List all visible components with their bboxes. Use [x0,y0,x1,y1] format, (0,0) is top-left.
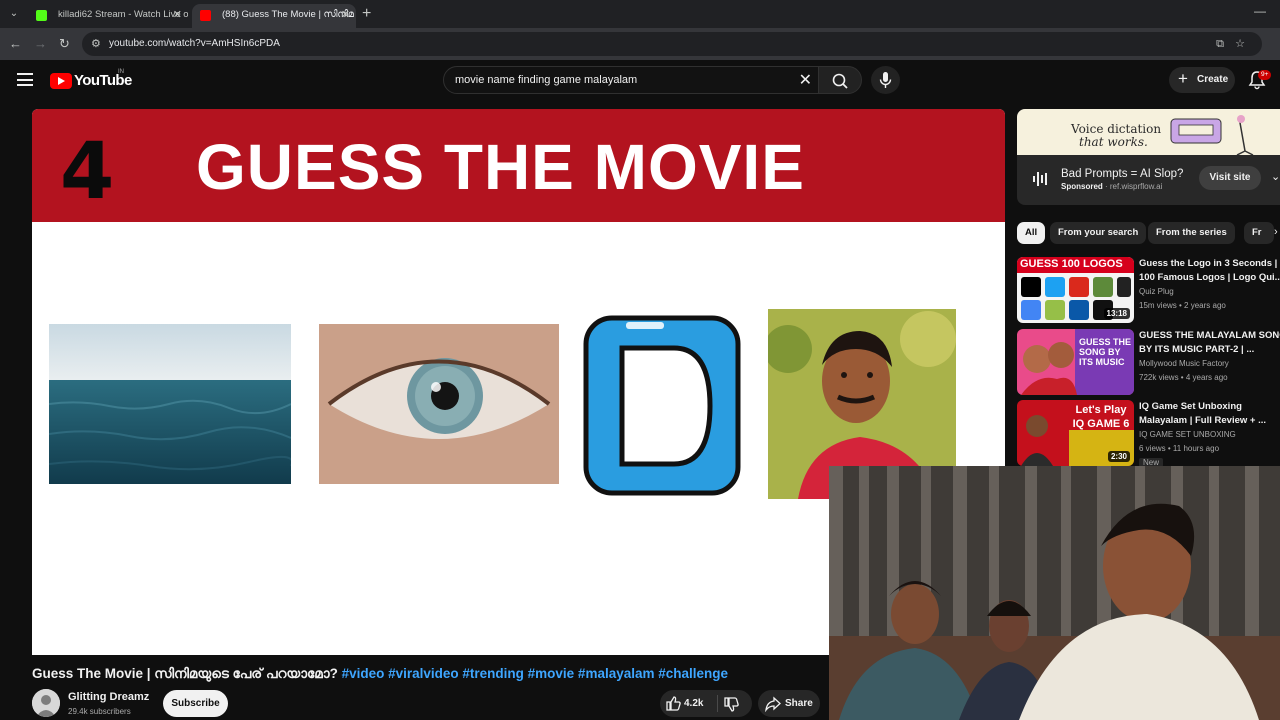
chip-from-your-search[interactable]: From your search [1050,222,1147,244]
channel-name[interactable]: IQ GAME SET UNBOXING [1139,430,1236,439]
browser-tab-strip: ⌄ killadi62 Stream - Watch Live o ✕ (88)… [0,0,1280,28]
channel-name[interactable]: Quiz Plug [1139,287,1174,296]
forward-arrow-icon[interactable]: → [34,36,47,52]
share-arrow-icon [765,696,781,712]
subscribe-button[interactable]: Subscribe [163,690,228,717]
chip-more[interactable]: Fr [1244,222,1274,244]
search-icon [832,73,848,89]
share-label: Share [785,698,813,709]
video-meta: 722k views • 4 years ago [1139,373,1228,382]
chip-from-the-series[interactable]: From the series [1148,222,1235,244]
recommended-video[interactable]: GUESS THE SONG BY ITS MUSIC GUESS THE MA… [1017,329,1280,395]
video-meta: 6 views • 11 hours ago [1139,444,1220,453]
clue-image-eye [319,324,559,484]
thumbnail-text: GUESS THE SONG BY ITS MUSIC [1079,337,1132,367]
like-divider [717,695,718,712]
install-app-icon[interactable]: ⧉ [1216,32,1224,56]
voice-search-button[interactable] [871,66,900,94]
site-info-icon[interactable]: ⚙ [91,32,101,56]
video-title: Guess the Logo in 3 Seconds | 100 Famous … [1139,258,1280,283]
video-meta: 15m views • 2 years ago [1139,301,1226,310]
search-button[interactable] [818,66,862,94]
recommendation-filter-chips: All From your search From the series Fr … [1017,222,1280,246]
browser-tab-kick[interactable]: killadi62 Stream - Watch Live o ✕ [28,4,188,28]
like-count[interactable]: 4.2k [684,698,703,709]
recommended-video[interactable]: Let's Play IQ GAME 6 2:30 IQ Game Set Un… [1017,400,1280,467]
like-dislike-group [660,690,752,717]
video-duration: 2:30 [1107,451,1130,462]
video-thumbnail[interactable]: GUESS THE SONG BY ITS MUSIC [1017,329,1134,395]
chevron-down-icon[interactable]: ⌄ [1271,170,1280,183]
tab-search-icon[interactable]: ⌄ [6,6,22,22]
browser-tab-youtube[interactable]: (88) Guess The Movie | സിനിമ ✕ [192,4,356,28]
subscriber-count: 29.4k subscribers [68,707,131,716]
close-tab-icon[interactable]: ✕ [341,4,350,26]
video-hashtags[interactable]: #video #viralvideo #trending #movie #mal… [342,666,728,681]
tab-title: (88) Guess The Movie | സിനിമ [222,9,354,20]
like-thumb-icon [666,696,681,711]
share-button[interactable]: Share [758,690,820,717]
typewriter-illustration-icon [1170,115,1254,155]
video-title: IQ Game Set Unboxing Malayalam | Full Rev… [1139,401,1267,426]
close-tab-icon[interactable]: ✕ [173,4,182,26]
recommended-video[interactable]: GUESS 100 LOGOS 13:18 Guess the Logo in … [1017,257,1280,323]
channel-name[interactable]: Mollywood Music Factory [1139,359,1229,368]
clue-letter-text: D [582,314,583,315]
chevron-right-icon[interactable]: › [1274,226,1278,238]
url-text: youtube.com/watch?v=AmHSIn6cPDA [109,38,280,49]
channel-name[interactable]: Glitting Dreamz [68,691,149,703]
ad-title: Bad Prompts = AI Slop? [1061,168,1184,180]
video-title: GUESS THE MALAYALAM SONG BY ITS MUSIC PAR… [1139,330,1280,355]
thumbnail-text: GUESS 100 LOGOS [1020,258,1123,270]
create-button[interactable]: + Create [1169,67,1235,93]
banner-title: GUESS THE MOVIE [196,131,805,203]
create-label: Create [1197,74,1229,85]
soundwave-icon [1033,172,1047,186]
address-bar[interactable]: ⚙ youtube.com/watch?v=AmHSIn6cPDA ⧉ ☆ [82,32,1262,56]
youtube-play-icon [50,73,72,89]
reload-icon[interactable]: ↻ [59,36,70,52]
reaction-video-overlay[interactable] [829,466,1280,720]
bookmark-star-icon[interactable]: ☆ [1235,32,1245,56]
clue-letter-d: D [582,314,742,497]
clue-image-sea [48,324,294,484]
sponsored-ad-card[interactable]: Voice dictation that works. Bad Prompts … [1017,109,1280,205]
video-thumbnail[interactable]: Let's Play IQ GAME 6 2:30 [1017,400,1134,466]
plus-icon: + [1178,69,1188,88]
search-input[interactable]: movie name finding game malayalam ✕ [443,66,819,94]
ad-banner: Voice dictation that works. [1017,109,1280,155]
clear-search-icon[interactable]: ✕ [799,70,812,90]
video-duration: 13:18 [1103,308,1130,319]
video-banner: 4 GUESS THE MOVIE [32,109,1005,222]
notification-count-badge: 9+ [1258,70,1272,80]
back-arrow-icon[interactable]: ← [9,36,22,52]
youtube-masthead: YouTube IN movie name finding game malay… [0,60,1280,102]
ad-meta: Sponsored · ref.wisprflow.ai [1061,182,1163,191]
avatar[interactable] [32,689,60,717]
ad-slogan: Voice dictation that works. [1071,122,1162,149]
kick-favicon-icon [36,10,47,21]
visit-site-button[interactable]: Visit site [1199,166,1261,190]
microphone-icon [879,72,892,88]
video-title: Guess The Movie | സിനിമയുടെ പേര് പറയാമോ?… [32,666,729,681]
clue-number: 4 [60,127,115,217]
thumbnail-text: Let's Play IQ GAME 6 [1072,404,1130,430]
address-toolbar: ← → ↻ ⚙ youtube.com/watch?v=AmHSIn6cPDA … [0,28,1280,60]
hamburger-menu-icon[interactable] [17,73,33,86]
chip-all[interactable]: All [1017,222,1046,244]
search-query: movie name finding game malayalam [455,74,638,86]
minimize-window-icon[interactable]: — [1254,4,1266,18]
dislike-thumb-icon [724,697,739,712]
tab-title: killadi62 Stream - Watch Live o [58,9,188,20]
video-thumbnail[interactable]: GUESS 100 LOGOS 13:18 [1017,257,1134,323]
country-code: IN [118,69,124,75]
youtube-favicon-icon [200,10,211,21]
new-tab-icon[interactable]: + [362,5,371,23]
